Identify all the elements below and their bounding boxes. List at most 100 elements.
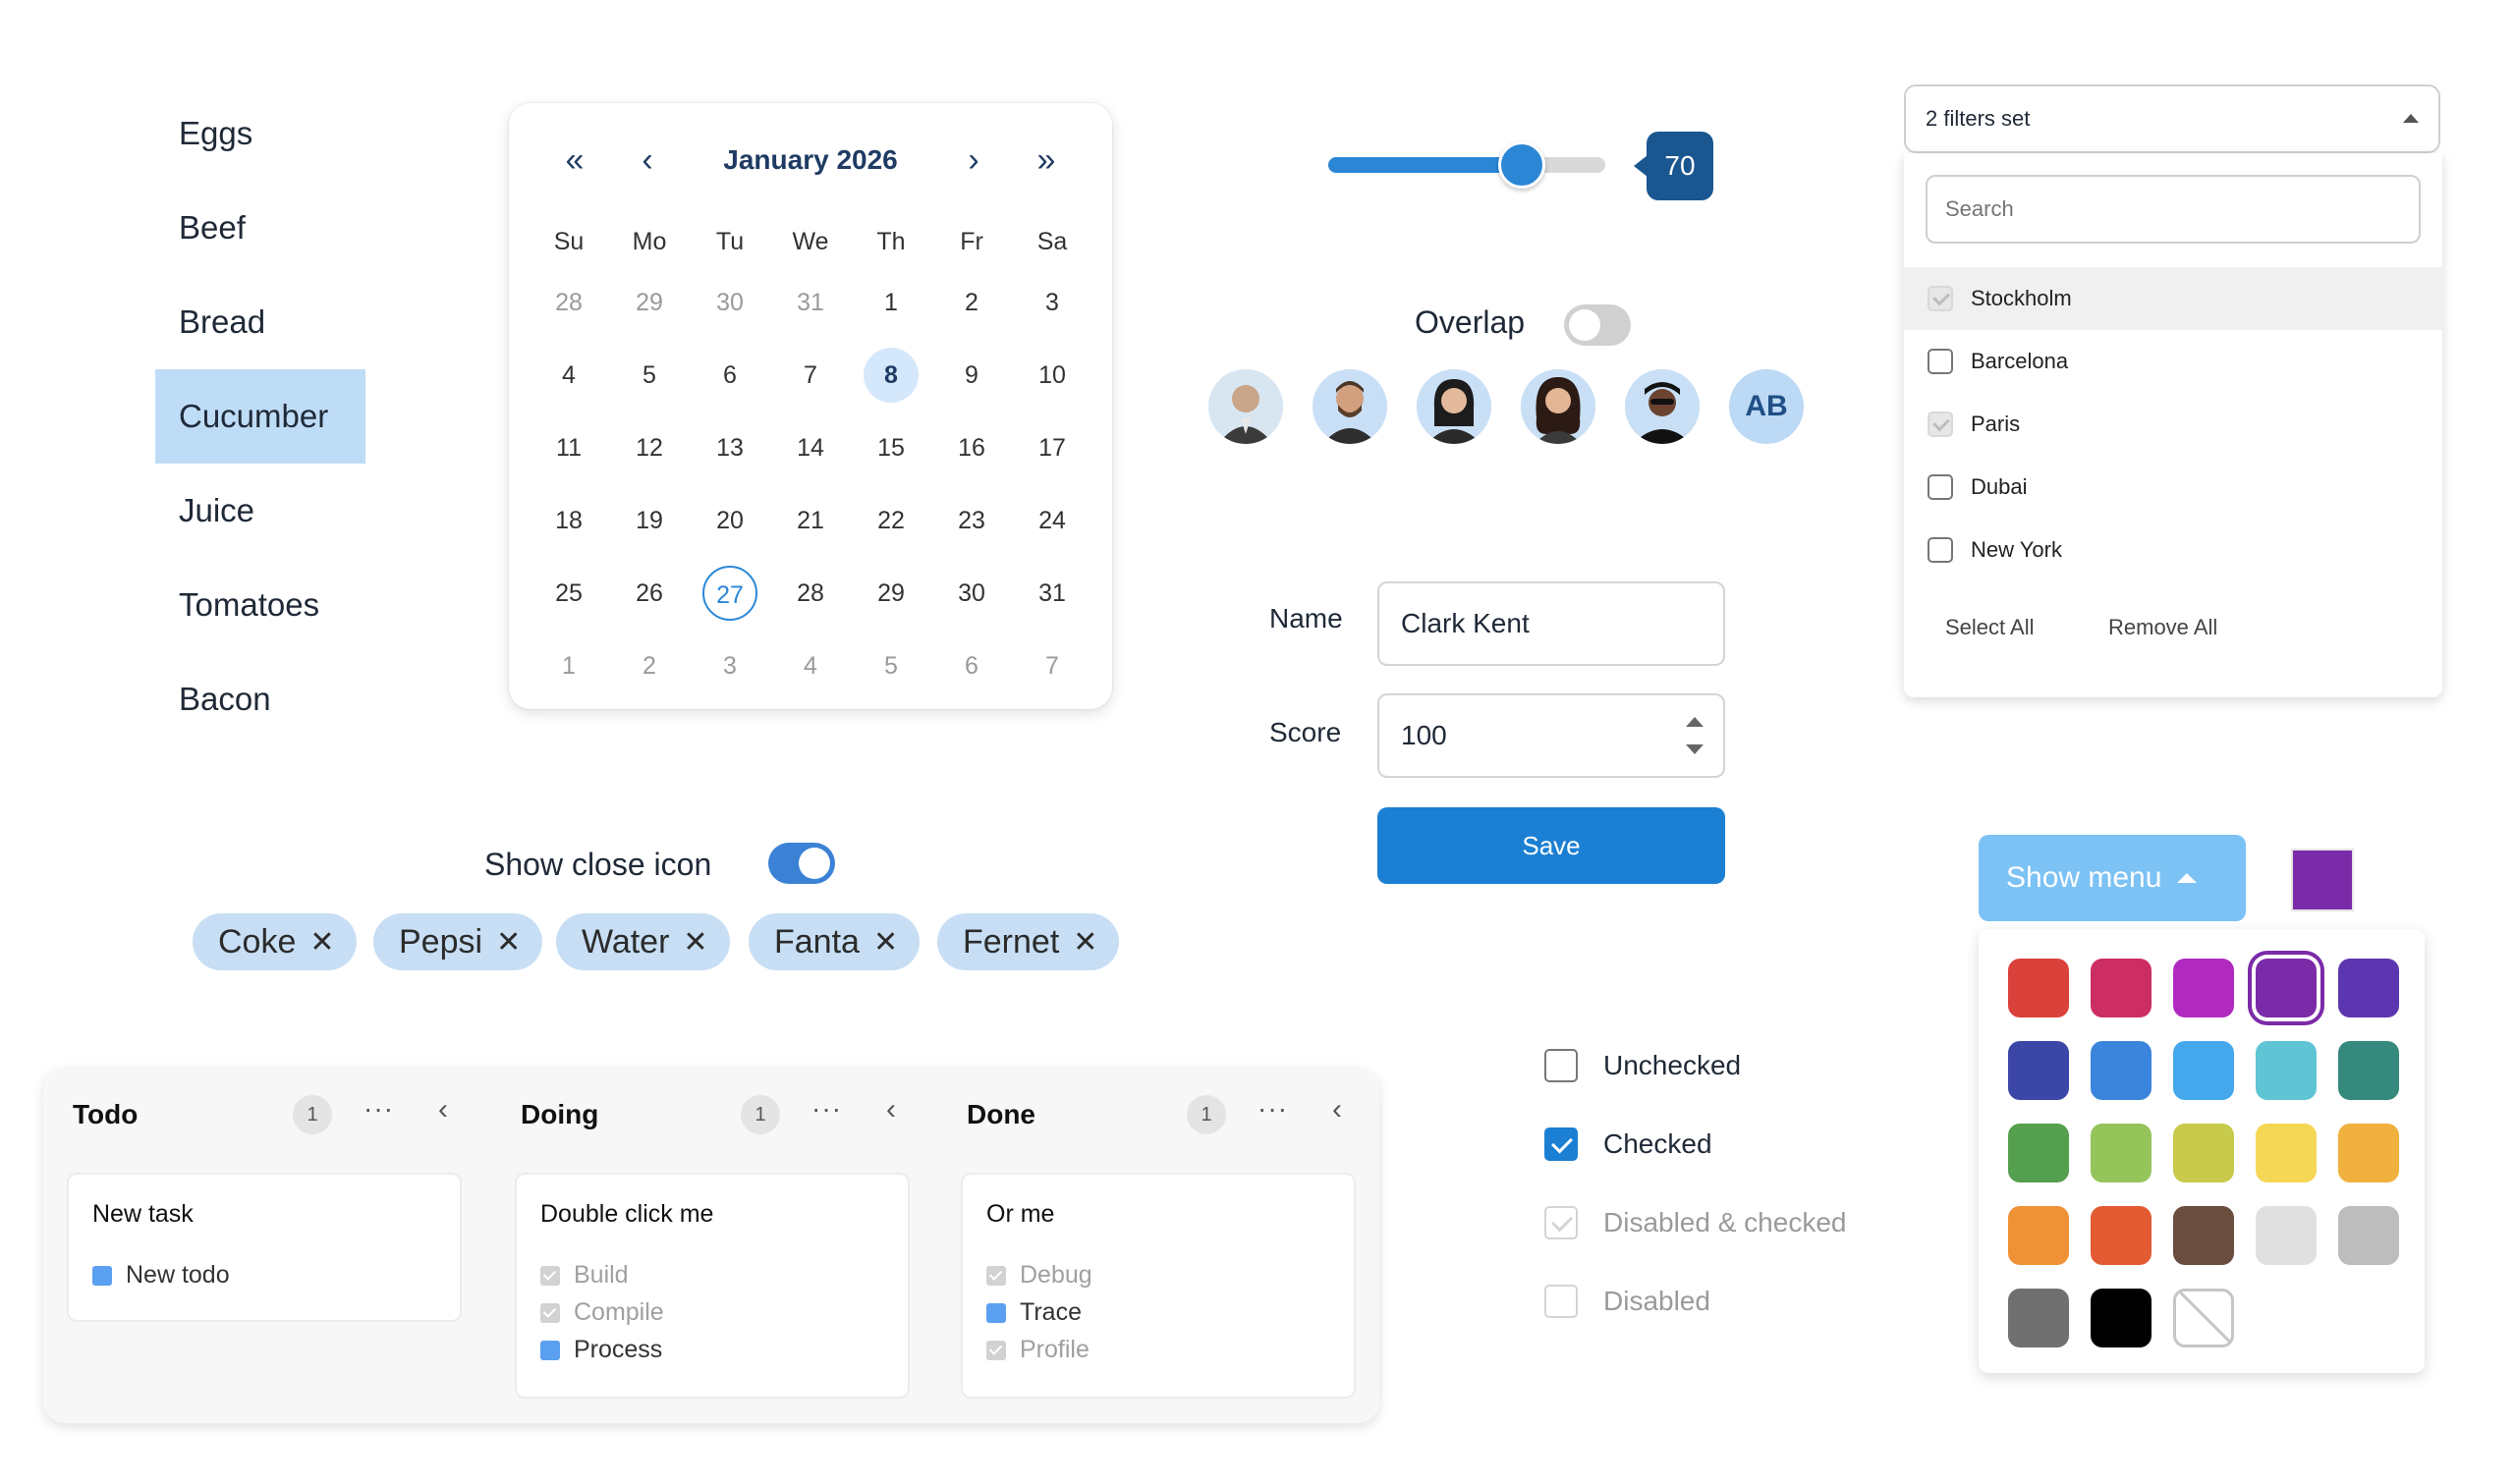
card-item[interactable]: Trace [986,1298,1082,1327]
avatar-initials[interactable]: AB [1729,369,1804,444]
calendar-day[interactable]: 16 [931,412,1012,484]
chip-coke[interactable]: Coke ✕ [193,913,357,970]
remove-all-button[interactable]: Remove All [2108,615,2217,640]
filter-option-paris[interactable]: Paris [1904,393,2442,456]
close-icon[interactable]: ✕ [1073,925,1097,960]
score-stepper[interactable]: 100 [1377,693,1725,778]
checkbox-checked[interactable] [1544,1127,1578,1161]
color-swatch[interactable] [2256,1041,2317,1100]
calendar-day[interactable]: 31 [770,266,851,339]
close-icon[interactable]: ✕ [873,925,898,960]
select-all-button[interactable]: Select All [1945,615,2035,640]
avatar[interactable] [1417,369,1491,444]
collapse-icon[interactable]: ‹ [1332,1093,1342,1127]
filter-option-barcelona[interactable]: Barcelona [1904,330,2442,393]
calendar-day[interactable]: 21 [770,484,851,557]
filter-search-input[interactable] [1926,175,2421,244]
done-checkbox[interactable] [540,1302,560,1323]
filter-option-new-york[interactable]: New York [1904,519,2442,581]
color-swatch[interactable] [2091,959,2152,1017]
collapse-icon[interactable]: ‹ [886,1093,896,1127]
color-swatch-selected[interactable] [2256,959,2317,1017]
calendar-day[interactable]: 9 [931,339,1012,412]
avatar[interactable] [1313,369,1387,444]
card-item[interactable]: Debug [986,1261,1092,1290]
avatar[interactable] [1208,369,1283,444]
done-checkbox[interactable] [986,1265,1006,1286]
done-checkbox[interactable] [540,1265,560,1286]
calendar-day[interactable]: 2 [931,266,1012,339]
color-swatch[interactable] [2338,1206,2399,1265]
todo-checkbox[interactable] [540,1340,560,1360]
chip-pepsi[interactable]: Pepsi ✕ [373,913,543,970]
show-close-icon-toggle[interactable] [768,843,835,884]
calendar-day[interactable]: 23 [931,484,1012,557]
calendar-day[interactable]: 24 [1012,484,1092,557]
calendar-day-today[interactable]: 8 [851,339,931,412]
slider-thumb[interactable] [1498,141,1545,189]
color-swatch[interactable] [2008,1041,2069,1100]
calendar-day[interactable]: 5 [851,630,931,702]
checkbox-unchecked[interactable] [1544,1049,1578,1082]
next-year-button[interactable]: » [1020,131,1073,190]
close-icon[interactable]: ✕ [496,925,521,960]
calendar-day[interactable]: 3 [1012,266,1092,339]
calendar-day[interactable]: 30 [690,266,770,339]
calendar-day[interactable]: 5 [609,339,690,412]
filter-option-stockholm[interactable]: Stockholm [1904,267,2442,330]
calendar-day[interactable]: 7 [770,339,851,412]
todo-checkbox[interactable] [986,1302,1006,1323]
chip-water[interactable]: Water ✕ [556,913,730,970]
color-swatch[interactable] [2008,1289,2069,1347]
previous-year-button[interactable]: « [548,131,601,190]
list-item[interactable]: Bread [155,275,365,369]
calendar-day[interactable]: 2 [609,630,690,702]
close-icon[interactable]: ✕ [309,925,334,960]
color-swatch[interactable] [2338,959,2399,1017]
chip-fanta[interactable]: Fanta ✕ [749,913,921,970]
calendar-day[interactable]: 22 [851,484,931,557]
list-item[interactable]: Eggs [155,86,365,181]
color-swatch[interactable] [2256,1124,2317,1182]
color-swatch[interactable] [2338,1124,2399,1182]
next-month-button[interactable]: › [947,131,1000,190]
color-swatch[interactable] [2008,1124,2069,1182]
calendar-title[interactable]: January 2026 [656,131,965,190]
calendar-day[interactable]: 13 [690,412,770,484]
decrement-icon[interactable] [1686,744,1704,754]
increment-icon[interactable] [1686,717,1704,727]
calendar-day[interactable]: 10 [1012,339,1092,412]
calendar-day[interactable]: 28 [529,266,609,339]
calendar-day[interactable]: 12 [609,412,690,484]
calendar-day[interactable]: 25 [529,557,609,630]
color-swatch[interactable] [2008,959,2069,1017]
color-swatch[interactable] [2091,1124,2152,1182]
calendar-day[interactable]: 17 [1012,412,1092,484]
name-field[interactable]: Clark Kent [1377,581,1725,666]
picked-color-swatch[interactable] [2291,849,2354,911]
color-swatch[interactable] [2091,1206,2152,1265]
checkbox-unchecked-row[interactable]: Unchecked [1544,1042,1741,1089]
kanban-card[interactable]: Or me Debug Trace Profile [961,1173,1356,1399]
no-color-swatch[interactable] [2173,1289,2234,1347]
calendar-day[interactable]: 29 [851,557,931,630]
list-item[interactable]: Bacon [155,652,365,746]
calendar-day[interactable]: 4 [529,339,609,412]
calendar-day[interactable]: 1 [529,630,609,702]
card-item[interactable]: Compile [540,1298,664,1327]
avatar[interactable] [1521,369,1595,444]
list-item-selected[interactable]: Cucumber [155,369,365,464]
calendar-day[interactable]: 11 [529,412,609,484]
card-item[interactable]: Profile [986,1336,1090,1364]
calendar-day[interactable]: 4 [770,630,851,702]
avatar[interactable] [1625,369,1700,444]
color-swatch[interactable] [2173,959,2234,1017]
calendar-day[interactable]: 20 [690,484,770,557]
color-swatch[interactable] [2256,1206,2317,1265]
more-icon[interactable]: ··· [811,1093,842,1125]
calendar-day[interactable]: 1 [851,266,931,339]
calendar-day[interactable]: 6 [931,630,1012,702]
card-item[interactable]: New todo [92,1261,230,1290]
color-swatch[interactable] [2091,1289,2152,1347]
color-swatch[interactable] [2091,1041,2152,1100]
